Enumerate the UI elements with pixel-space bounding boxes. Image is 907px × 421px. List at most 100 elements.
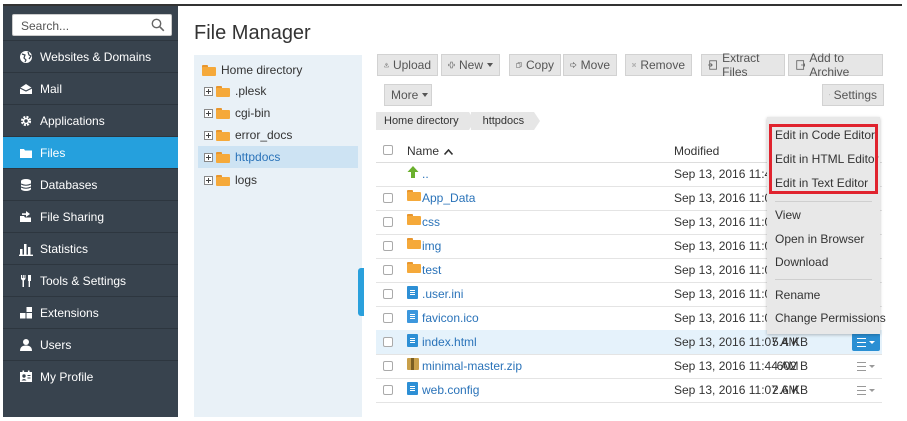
- expand-icon[interactable]: [204, 86, 213, 96]
- menu-divider: [775, 201, 872, 202]
- plus-icon: [448, 61, 455, 69]
- sidebar-item-file-sharing[interactable]: File Sharing: [3, 200, 178, 232]
- rename-item[interactable]: Rename: [775, 288, 820, 302]
- settings-button[interactable]: Settings: [822, 84, 884, 106]
- name-column-header[interactable]: Name: [407, 144, 454, 158]
- sidebar-item-applications[interactable]: Applications: [3, 104, 178, 136]
- archive-icon: [796, 60, 806, 70]
- sidebar-item-label: Databases: [40, 177, 98, 192]
- change-permissions-item[interactable]: Change Permissions: [775, 311, 886, 325]
- row-checkbox[interactable]: [383, 289, 393, 299]
- tree-item-cgi-bin[interactable]: cgi-bin: [204, 102, 362, 124]
- sidebar-item-label: Extensions: [40, 305, 99, 320]
- sidebar-item-label: My Profile: [40, 369, 94, 384]
- extract-files-button[interactable]: Extract Files: [701, 51, 785, 79]
- more-button[interactable]: More: [384, 84, 432, 106]
- tree-item-label: Home directory: [221, 63, 303, 77]
- expand-icon[interactable]: [204, 130, 213, 140]
- folder-icon: [407, 214, 421, 225]
- file-name[interactable]: test: [422, 263, 441, 277]
- breadcrumb-httpdocs[interactable]: httpdocs: [470, 112, 540, 130]
- sidebar-item-databases[interactable]: Databases: [3, 168, 178, 200]
- file-size: 5.4 KB: [771, 335, 808, 349]
- settings-label: Settings: [833, 88, 877, 102]
- table-row[interactable]: minimal-master.zip Sep 13, 2016 11:44 AM…: [376, 354, 882, 379]
- sidebar-item-files[interactable]: Files: [3, 136, 178, 168]
- file-icon: [407, 382, 418, 395]
- file-name[interactable]: css: [422, 215, 440, 229]
- view-item[interactable]: View: [775, 208, 801, 222]
- sidebar-item-label: Files: [40, 145, 66, 160]
- search-box[interactable]: [12, 14, 172, 36]
- modified-column-header[interactable]: Modified: [674, 144, 719, 158]
- id-card-icon: [19, 370, 33, 384]
- row-checkbox[interactable]: [383, 361, 393, 371]
- expand-icon[interactable]: [204, 108, 213, 118]
- move-button[interactable]: Move: [563, 54, 617, 76]
- folder-icon: [216, 174, 230, 186]
- row-menu-button[interactable]: [852, 357, 880, 375]
- tree-item-label: httpdocs: [235, 150, 281, 164]
- row-checkbox[interactable]: [383, 313, 393, 323]
- sidebar-item-users[interactable]: Users: [3, 328, 178, 360]
- user-icon: [19, 338, 33, 352]
- file-name[interactable]: favicon.ico: [422, 311, 479, 325]
- download-item[interactable]: Download: [775, 255, 828, 269]
- file-name[interactable]: ..: [422, 167, 429, 181]
- sidebar-item-statistics[interactable]: Statistics: [3, 232, 178, 264]
- tree-item-home[interactable]: Home directory: [202, 59, 362, 81]
- table-row[interactable]: web.config Sep 13, 2016 11:07 AM 2.6 KB: [376, 378, 882, 403]
- sidebar-item-tools-settings[interactable]: Tools & Settings: [3, 264, 178, 296]
- sidebar-item-websites-domains[interactable]: Websites & Domains: [3, 40, 178, 72]
- sidebar-item-mail[interactable]: Mail: [3, 72, 178, 104]
- row-checkbox[interactable]: [383, 385, 393, 395]
- page-title: File Manager: [194, 22, 311, 44]
- folder-icon: [407, 190, 421, 201]
- add-to-archive-button[interactable]: Add to Archive: [788, 51, 883, 79]
- row-checkbox[interactable]: [383, 337, 393, 347]
- file-icon: [407, 286, 418, 299]
- expand-icon[interactable]: [204, 152, 213, 162]
- file-name[interactable]: index.html: [422, 335, 477, 349]
- sidebar-item-label: File Sharing: [40, 209, 105, 224]
- upload-button[interactable]: Upload: [377, 54, 438, 76]
- row-checkbox[interactable]: [383, 193, 393, 203]
- tree-item-httpdocs[interactable]: httpdocs: [198, 146, 358, 168]
- sidebar-item-label: Mail: [40, 81, 63, 96]
- sidebar: Websites & Domains Mail Applications Fil…: [3, 6, 178, 417]
- file-name[interactable]: web.config: [422, 383, 479, 397]
- add-to-archive-label: Add to Archive: [809, 51, 850, 79]
- row-menu-button[interactable]: [852, 333, 880, 351]
- open-in-browser-item[interactable]: Open in Browser: [775, 232, 864, 246]
- tools-icon: [19, 274, 33, 288]
- select-all-checkbox[interactable]: [383, 145, 393, 155]
- file-name[interactable]: img: [422, 239, 441, 253]
- sidebar-item-my-profile[interactable]: My Profile: [3, 360, 178, 392]
- tree-item-label: error_docs: [235, 128, 293, 142]
- copy-button[interactable]: Copy: [509, 54, 561, 76]
- move-label: Move: [580, 58, 610, 72]
- panel-splitter[interactable]: [358, 268, 364, 316]
- row-checkbox[interactable]: [383, 241, 393, 251]
- file-name[interactable]: .user.ini: [422, 287, 463, 301]
- tree-item-logs[interactable]: logs: [204, 169, 362, 191]
- file-name[interactable]: App_Data: [422, 191, 475, 205]
- row-menu-button[interactable]: [852, 381, 880, 399]
- breadcrumb-home[interactable]: Home directory: [376, 112, 475, 130]
- sidebar-item-extensions[interactable]: Extensions: [3, 296, 178, 328]
- remove-button[interactable]: Remove: [625, 54, 692, 76]
- row-checkbox[interactable]: [383, 217, 393, 227]
- tree-item-error-docs[interactable]: error_docs: [204, 124, 362, 146]
- extract-icon: [708, 60, 717, 70]
- folder-icon: [216, 85, 230, 97]
- search-input[interactable]: [19, 16, 143, 36]
- new-button[interactable]: New: [441, 54, 500, 76]
- row-checkbox[interactable]: [383, 265, 393, 275]
- search-icon[interactable]: [151, 18, 165, 32]
- upload-label: Upload: [392, 58, 431, 72]
- expand-icon[interactable]: [204, 175, 213, 185]
- tree-item-label: .plesk: [235, 84, 267, 98]
- file-name[interactable]: minimal-master.zip: [422, 359, 522, 373]
- more-label: More: [391, 88, 419, 102]
- tree-item-plesk[interactable]: .plesk: [204, 80, 362, 102]
